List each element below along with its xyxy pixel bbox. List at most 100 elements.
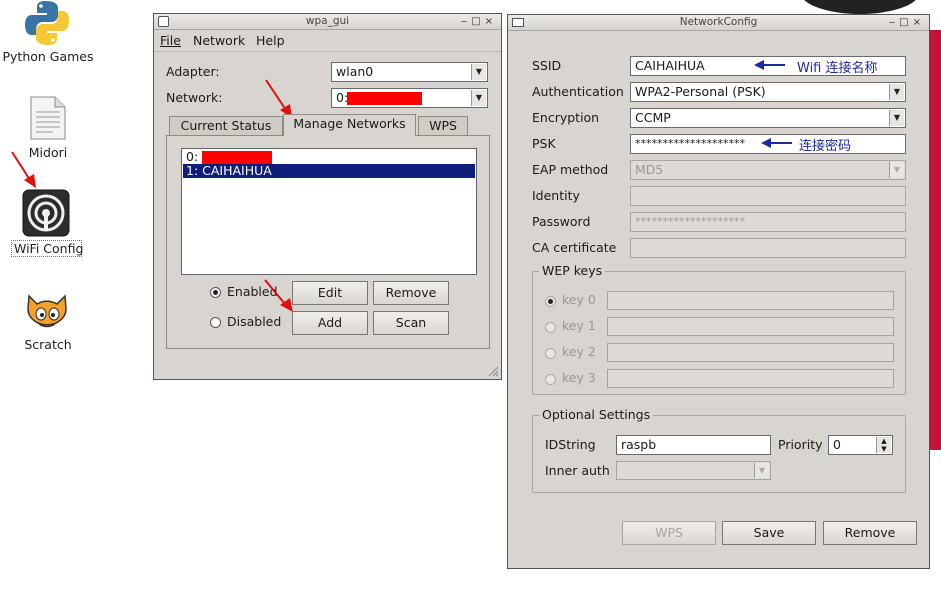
identity-field[interactable] xyxy=(630,186,906,206)
wpa-gui-window: wpa_gui ‒□× File Network Help Adapter: w… xyxy=(153,13,502,380)
psk-note: 连接密码 xyxy=(799,139,852,154)
ca-certificate-label: CA certificate xyxy=(532,240,617,255)
tab-manage-networks[interactable]: Manage Networks xyxy=(283,114,416,136)
redaction-block xyxy=(347,92,422,105)
chevron-down-icon: ▼ xyxy=(754,463,769,478)
edit-button[interactable]: Edit xyxy=(292,281,368,305)
password-field[interactable]: ******************** xyxy=(630,212,906,232)
window-controls-icon[interactable]: ‒□× xyxy=(461,14,497,29)
optional-settings-title: Optional Settings xyxy=(539,407,654,422)
tab-wps[interactable]: WPS xyxy=(418,116,468,136)
menubar: File Network Help xyxy=(154,31,501,52)
password-value: ******************** xyxy=(635,215,745,228)
ssid-value: CAIHAIHUA xyxy=(635,58,705,73)
desktop-label-python-games[interactable]: Python Games xyxy=(0,49,96,64)
key-0-field[interactable] xyxy=(607,291,894,310)
window-title: NetworkConfig xyxy=(679,16,758,28)
remove-button[interactable]: Remove xyxy=(373,281,449,305)
enabled-radio[interactable] xyxy=(210,287,221,298)
wifi-icon[interactable] xyxy=(22,189,70,237)
add-button[interactable]: Add xyxy=(292,311,368,335)
desktop-label-scratch[interactable]: Scratch xyxy=(10,337,86,352)
network-select[interactable]: 0: ▼ xyxy=(331,88,488,108)
key-1-field[interactable] xyxy=(607,317,894,336)
authentication-label: Authentication xyxy=(532,84,624,99)
menu-help[interactable]: Help xyxy=(256,33,285,48)
scan-button[interactable]: Scan xyxy=(373,311,449,335)
ssid-note: Wifi 连接名称 xyxy=(797,61,878,76)
red-arrow-icon xyxy=(263,278,297,314)
spin-down-icon[interactable]: ▼ xyxy=(876,445,891,453)
inner-auth-label: Inner auth xyxy=(545,463,610,478)
idstring-value: raspb xyxy=(621,437,657,452)
save-button[interactable]: Save xyxy=(722,521,816,545)
encryption-select[interactable]: CCMP ▼ xyxy=(630,108,906,128)
priority-label: Priority xyxy=(778,437,823,452)
chevron-down-icon: ▼ xyxy=(889,84,904,100)
disabled-radio[interactable] xyxy=(210,317,221,328)
networkconfig-window: NetworkConfig ‒□× SSID CAIHAIHUA Wifi 连接… xyxy=(507,14,930,569)
desktop: Python Games Midori WiFi Config Scratch xyxy=(0,0,150,592)
menu-network[interactable]: Network xyxy=(193,33,245,48)
networkconfig-titlebar[interactable]: NetworkConfig ‒□× xyxy=(508,15,929,31)
identity-label: Identity xyxy=(532,188,580,203)
scratch-cat-icon[interactable] xyxy=(23,292,71,332)
disabled-label[interactable]: Disabled xyxy=(227,314,281,329)
key-2-field[interactable] xyxy=(607,343,894,362)
wep-keys-title: WEP keys xyxy=(539,263,606,278)
priority-spinbox[interactable]: 0 ▲ ▼ xyxy=(828,435,893,455)
network-label: Network: xyxy=(166,90,223,105)
psk-label: PSK xyxy=(532,136,556,151)
encryption-label: Encryption xyxy=(532,110,600,125)
app-menu-icon[interactable] xyxy=(512,18,524,27)
adapter-label: Adapter: xyxy=(166,64,220,79)
key-2-radio[interactable] xyxy=(545,348,556,359)
wps-button[interactable]: WPS xyxy=(622,521,716,545)
wallpaper-leaf xyxy=(790,0,941,14)
tab-current-status[interactable]: Current Status xyxy=(169,116,283,136)
adapter-select[interactable]: wlan0 ▼ xyxy=(331,62,488,82)
eap-method-label: EAP method xyxy=(532,162,609,177)
menu-file[interactable]: File xyxy=(160,33,181,48)
adapter-value: wlan0 xyxy=(336,64,374,79)
key-1-radio[interactable] xyxy=(545,322,556,333)
spin-up-icon[interactable]: ▲ xyxy=(876,437,891,445)
chevron-down-icon: ▼ xyxy=(889,110,904,126)
idstring-label: IDString xyxy=(545,437,596,452)
key-3-radio[interactable] xyxy=(545,374,556,385)
inner-auth-select[interactable]: ▼ xyxy=(616,461,771,480)
key-0-radio[interactable] xyxy=(545,296,556,307)
authentication-value: WPA2-Personal (PSK) xyxy=(635,84,766,99)
tab-panel: 0: 1: CAIHAIHUA Enabled Disabled Edit Re… xyxy=(166,135,490,349)
optional-settings-group: Optional Settings IDString raspb Priorit… xyxy=(532,407,906,493)
chevron-down-icon: ▼ xyxy=(889,162,904,178)
ca-certificate-field[interactable] xyxy=(630,238,906,258)
python-icon[interactable] xyxy=(24,0,70,46)
window-controls-icon[interactable]: ‒□× xyxy=(889,15,925,30)
key-3-label: key 3 xyxy=(562,370,596,385)
authentication-select[interactable]: WPA2-Personal (PSK) ▼ xyxy=(630,82,906,102)
list-item[interactable]: 0: xyxy=(183,150,475,164)
wpa-gui-titlebar[interactable]: wpa_gui ‒□× xyxy=(154,14,501,30)
list-item[interactable]: 1: CAIHAIHUA xyxy=(183,164,475,178)
document-icon[interactable] xyxy=(29,96,67,140)
idstring-field[interactable]: raspb xyxy=(616,435,771,455)
chevron-down-icon: ▼ xyxy=(471,64,486,80)
key-0-label: key 0 xyxy=(562,292,596,307)
remove-button[interactable]: Remove xyxy=(823,521,917,545)
chevron-down-icon: ▼ xyxy=(471,90,486,106)
key-1-label: key 1 xyxy=(562,318,596,333)
priority-value: 0 xyxy=(833,437,841,452)
encryption-value: CCMP xyxy=(635,110,671,125)
key-2-label: key 2 xyxy=(562,344,596,359)
ssid-label: SSID xyxy=(532,58,562,73)
desktop-label-wifi-config[interactable]: WiFi Config xyxy=(11,240,83,257)
network-list[interactable]: 0: 1: CAIHAIHUA xyxy=(181,148,477,275)
eap-method-select[interactable]: MD5 ▼ xyxy=(630,160,906,180)
window-title: wpa_gui xyxy=(305,15,350,27)
password-label: Password xyxy=(532,214,591,229)
red-arrow-icon xyxy=(10,150,40,190)
resize-grip-icon[interactable] xyxy=(487,365,499,377)
key-3-field[interactable] xyxy=(607,369,894,388)
app-menu-icon[interactable] xyxy=(158,16,169,27)
